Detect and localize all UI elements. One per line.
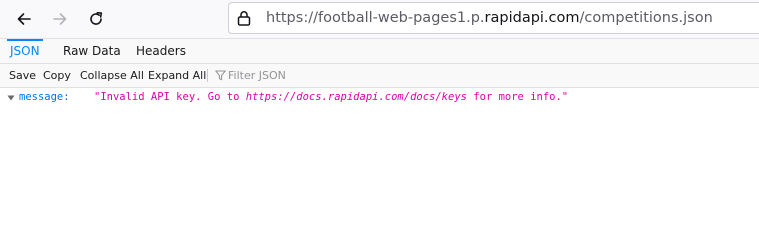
save-button[interactable]: Save [9,64,36,87]
toolbar-divider [207,69,208,82]
copy-button[interactable]: Copy [43,64,71,87]
back-button[interactable] [10,5,38,33]
browser-navbar: https://football-web-pages1.p.rapidapi.c… [0,0,759,39]
filter-json-input[interactable] [228,67,428,84]
lock-icon[interactable] [237,10,251,26]
json-value[interactable]: "Invalid API key. Go to https://docs.rap… [94,89,568,105]
forward-button[interactable] [46,5,74,33]
json-row: message: "Invalid API key. Go to https:/… [0,89,759,105]
filter-icon [215,70,226,81]
collapse-all-button[interactable]: Collapse All [80,64,144,87]
json-key[interactable]: message: [19,89,70,105]
tab-headers[interactable]: Headers [136,39,186,63]
reload-button[interactable] [82,5,110,33]
url-bar[interactable]: https://football-web-pages1.p.rapidapi.c… [228,2,759,34]
chevron-down-icon[interactable] [7,95,15,101]
url-prefix: https://football-web-pages1.p. [266,10,485,26]
json-value-prefix: "Invalid API key. Go to [94,91,246,103]
tab-raw-data[interactable]: Raw Data [63,39,121,63]
arrow-right-icon [53,13,67,25]
url-host: rapidapi.com [484,10,580,26]
url-suffix: /competitions.json [579,10,713,26]
expand-all-button[interactable]: Expand All [148,64,206,87]
json-value-link[interactable]: https://docs.rapidapi.com/docs/keys [246,91,467,103]
viewer-tab-bar: JSON Raw Data Headers [0,39,759,64]
json-value-suffix: for more info." [466,91,569,103]
json-toolbar: Save Copy Collapse All Expand All [0,64,759,88]
url-text[interactable]: https://football-web-pages1.p.rapidapi.c… [266,9,713,27]
arrow-left-icon [17,13,31,25]
reload-icon [90,12,103,25]
tab-json[interactable]: JSON [7,39,43,63]
